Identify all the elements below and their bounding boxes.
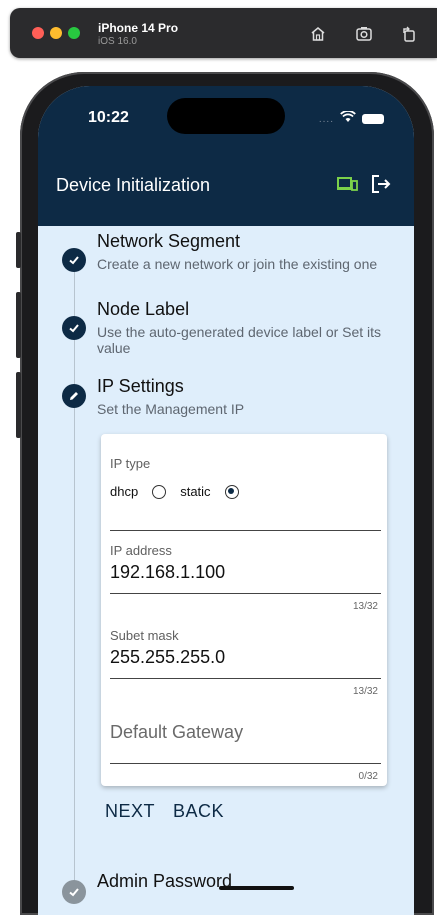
step-node-label-description: Use the auto-generated device label or S… (97, 324, 382, 356)
stepper-line (74, 270, 75, 890)
side-button-mute (16, 232, 21, 268)
step-ip-settings-title[interactable]: IP Settings (97, 376, 184, 397)
simulator-title-bar: iPhone 14 Pro iOS 16.0 (10, 8, 437, 58)
side-button-volume-down (16, 372, 21, 438)
home-indicator (219, 886, 294, 890)
side-button-volume-up (16, 292, 21, 358)
status-icons: .... (319, 110, 384, 128)
subnet-mask-input[interactable]: 255.255.255.0 (110, 647, 225, 668)
step-admin-password-check-icon (62, 880, 86, 904)
zoom-window-button[interactable] (68, 27, 80, 39)
ip-address-input[interactable]: 192.168.1.100 (110, 562, 225, 583)
minimize-window-button[interactable] (50, 27, 62, 39)
step-node-label-check-icon (62, 316, 86, 340)
default-gateway-underline (110, 763, 381, 764)
close-window-button[interactable] (32, 27, 44, 39)
devices-icon[interactable] (336, 173, 358, 200)
app-header: 10:22 .... Device Initialization (38, 86, 414, 226)
default-gateway-counter: 0/32 (358, 771, 378, 782)
ip-settings-card: IP type dhcp static IP address 192.168.1… (101, 434, 387, 786)
dynamic-island (167, 98, 285, 134)
logout-icon[interactable] (370, 173, 392, 200)
step-admin-password-title[interactable]: Admin Password (97, 871, 232, 892)
static-radio[interactable] (224, 484, 239, 499)
ip-address-label: IP address (110, 543, 172, 558)
subnet-mask-label: Subet mask (110, 628, 179, 643)
ip-type-label: IP type (110, 456, 151, 471)
static-label: static (180, 484, 211, 499)
status-time: 10:22 (88, 109, 129, 126)
simulator-os-version: iOS 16.0 (98, 36, 137, 47)
dhcp-label: dhcp (110, 484, 139, 499)
step-ip-settings-pencil-icon (62, 384, 86, 408)
step-network-segment-title[interactable]: Network Segment (97, 231, 240, 252)
ip-address-counter: 13/32 (352, 601, 378, 612)
home-icon[interactable] (309, 25, 327, 43)
rotate-icon[interactable] (400, 25, 418, 43)
page-title: Device Initialization (56, 175, 211, 195)
ip-type-underline (110, 530, 381, 531)
step-network-segment-description: Create a new network or join the existin… (97, 256, 378, 272)
step-ip-settings-description: Set the Management IP (97, 401, 245, 417)
step-network-segment-check-icon (62, 248, 86, 272)
back-button[interactable]: BACK (173, 801, 224, 822)
wifi-icon (340, 110, 356, 128)
step-node-label-title[interactable]: Node Label (97, 299, 189, 320)
ip-type-radio-group: dhcp static (110, 484, 239, 499)
subnet-mask-underline (110, 678, 381, 679)
simulator-device-name: iPhone 14 Pro (98, 21, 179, 35)
signal-dots: .... (318, 113, 334, 125)
default-gateway-input[interactable]: Default Gateway (110, 722, 243, 743)
subnet-mask-counter: 13/32 (352, 686, 378, 697)
next-button[interactable]: NEXT (105, 801, 155, 822)
ip-address-underline (110, 593, 381, 594)
screenshot-icon[interactable] (355, 25, 373, 43)
battery-icon (362, 114, 384, 124)
dhcp-radio[interactable] (152, 484, 167, 499)
